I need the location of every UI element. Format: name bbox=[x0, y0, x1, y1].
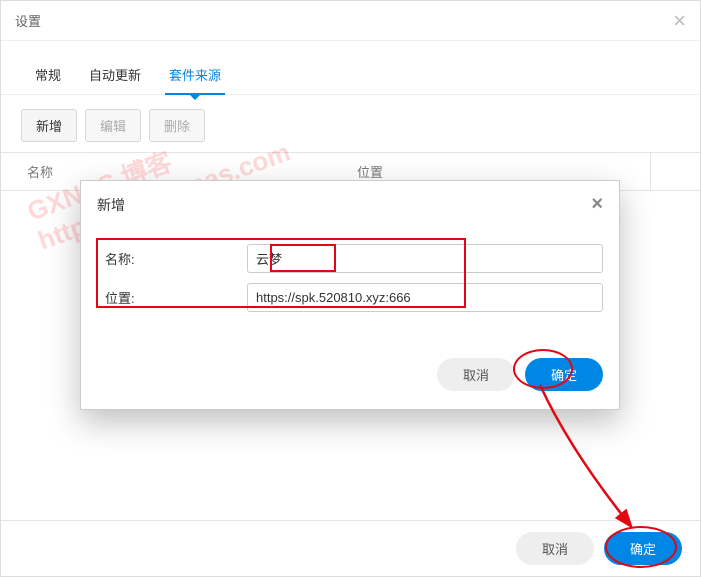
dialog-confirm-button[interactable]: 确定 bbox=[525, 358, 603, 391]
close-icon[interactable]: × bbox=[591, 193, 603, 216]
close-icon[interactable]: × bbox=[673, 8, 686, 34]
add-button[interactable]: 新增 bbox=[21, 109, 77, 142]
dialog-footer: 取消 确定 bbox=[81, 352, 619, 409]
tab-label: 常规 bbox=[35, 68, 61, 83]
add-source-dialog: 新增 × 名称: 位置: 取消 确定 bbox=[80, 180, 620, 410]
name-input[interactable] bbox=[247, 244, 603, 273]
tab-label: 自动更新 bbox=[89, 68, 141, 83]
delete-button: 删除 bbox=[149, 109, 205, 142]
form-row-location: 位置: bbox=[97, 283, 603, 312]
confirm-button[interactable]: 确定 bbox=[604, 532, 682, 565]
dialog-cancel-button[interactable]: 取消 bbox=[437, 358, 515, 391]
column-spacer bbox=[650, 153, 680, 190]
tabs: 常规 自动更新 套件来源 bbox=[1, 41, 700, 95]
edit-button: 编辑 bbox=[85, 109, 141, 142]
location-input[interactable] bbox=[247, 283, 603, 312]
name-label: 名称: bbox=[97, 249, 247, 268]
location-label: 位置: bbox=[97, 288, 247, 307]
tab-auto-update[interactable]: 自动更新 bbox=[75, 55, 155, 94]
dialog-header: 新增 × bbox=[81, 181, 619, 228]
dialog-body: 名称: 位置: bbox=[81, 228, 619, 352]
toolbar: 新增 编辑 删除 bbox=[1, 95, 700, 152]
form-row-name: 名称: bbox=[97, 244, 603, 273]
tab-general[interactable]: 常规 bbox=[21, 55, 75, 94]
tab-label: 套件来源 bbox=[169, 68, 221, 83]
dialog-title: 新增 bbox=[97, 195, 125, 215]
main-footer: 取消 确定 bbox=[1, 520, 700, 576]
titlebar: 设置 × bbox=[1, 1, 700, 41]
cancel-button[interactable]: 取消 bbox=[516, 532, 594, 565]
window-title: 设置 bbox=[15, 11, 41, 30]
chevron-down-icon bbox=[190, 95, 200, 100]
tab-package-sources[interactable]: 套件来源 bbox=[155, 55, 235, 94]
